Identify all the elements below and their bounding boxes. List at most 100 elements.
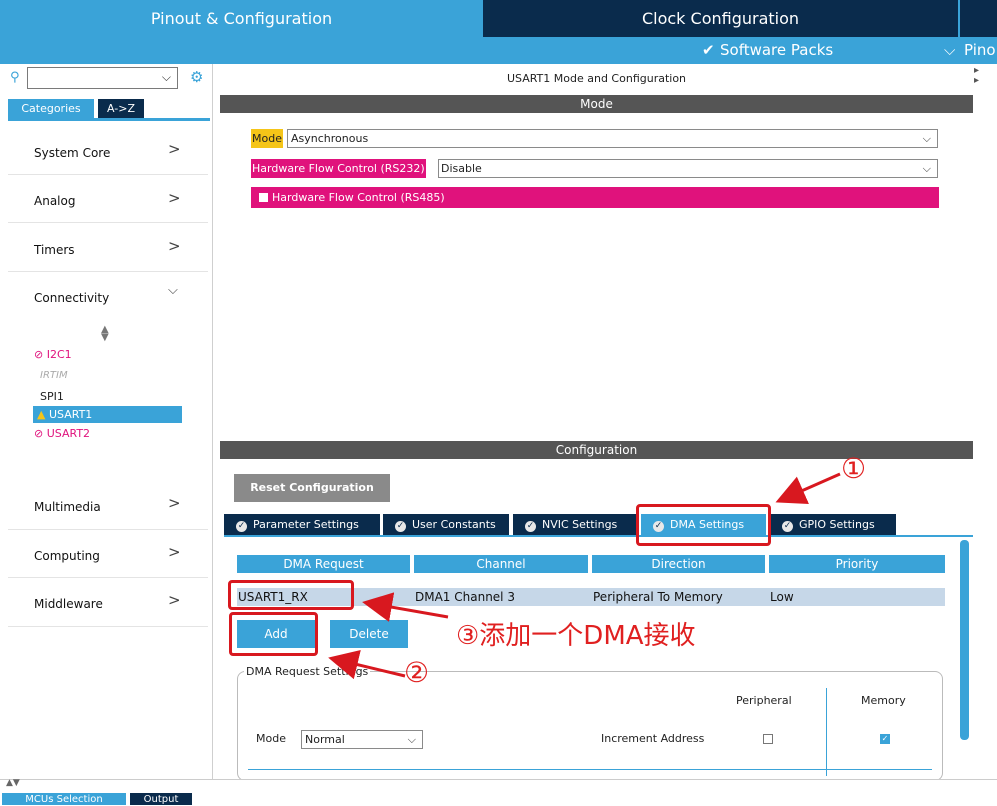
tab-clock-configuration[interactable]: Clock Configuration — [483, 0, 958, 37]
mode-select-value: Asynchronous — [291, 132, 369, 145]
tab-a-z[interactable]: A->Z — [98, 99, 144, 118]
scrollbar-thumb[interactable] — [960, 540, 969, 740]
column-header-direction[interactable]: Direction — [592, 555, 765, 573]
list-item-spi1[interactable]: SPI1 — [40, 390, 64, 403]
hw-flow-rs232-select[interactable]: Disable ⌵ — [438, 159, 938, 178]
list-item-label: USART1 — [48, 408, 93, 421]
disabled-icon: ⊘ — [34, 427, 47, 440]
tab-user-constants[interactable]: ✓ User Constants — [383, 514, 509, 535]
reset-configuration-button[interactable]: Reset Configuration — [234, 474, 390, 502]
software-packs-label[interactable]: Software Packs — [720, 37, 833, 64]
chevron-right-icon[interactable]: > — [168, 237, 181, 255]
memory-increment-checkbox[interactable]: ✓ — [880, 734, 890, 744]
hw-flow-rs485-checkbox-row[interactable]: Hardware Flow Control (RS485) — [251, 187, 939, 208]
dma-request-settings-title: DMA Request Settings — [244, 665, 371, 678]
table-cell-channel: DMA1 Channel 3 — [415, 590, 515, 604]
dma-mode-label: Mode — [256, 732, 286, 745]
top-tab-bar: Pinout & Configuration Clock Configurati… — [0, 0, 997, 37]
check-icon: ✓ — [395, 521, 406, 532]
table-cell-priority: Low — [770, 590, 794, 604]
divider — [8, 577, 208, 578]
dma-mode-value: Normal — [305, 733, 345, 746]
checkbox[interactable] — [259, 193, 268, 202]
panel-title: USART1 Mode and Configuration — [506, 72, 687, 85]
list-item-label: USART2 — [46, 427, 91, 440]
column-header-priority[interactable]: Priority — [769, 555, 945, 573]
divider — [8, 271, 208, 272]
warning-icon: ▲ — [37, 408, 49, 421]
check-icon: ✓ — [782, 521, 793, 532]
tab-label: GPIO Settings — [799, 518, 875, 531]
category-connectivity[interactable]: Connectivity — [34, 291, 109, 305]
tab-gpio-settings[interactable]: ✓ GPIO Settings — [770, 514, 896, 535]
dma-mode-select[interactable]: Normal ⌵ — [301, 730, 423, 749]
category-timers[interactable]: Timers — [34, 243, 75, 257]
sort-icon[interactable]: ▲ ▼ — [101, 325, 109, 343]
chevron-right-icon[interactable]: > — [168, 140, 181, 158]
tab-pinout-configuration[interactable]: Pinout & Configuration — [0, 0, 483, 37]
tab-categories[interactable]: Categories — [8, 99, 94, 118]
annotation-step-2: ② — [404, 656, 430, 689]
tab-parameter-settings[interactable]: ✓ Parameter Settings — [224, 514, 380, 535]
check-icon: ✓ — [236, 521, 247, 532]
annotation-step-3: ③添加一个DMA接收 — [456, 621, 696, 651]
divider — [8, 529, 208, 530]
category-multimedia[interactable]: Multimedia — [34, 500, 101, 514]
dma-request-settings-group — [237, 671, 943, 781]
list-item-usart2[interactable]: ⊘ USART2 — [34, 427, 90, 440]
tab-mcus-selection[interactable]: MCUs Selection — [2, 793, 126, 805]
category-system-core[interactable]: System Core — [34, 146, 110, 160]
divider — [248, 769, 932, 770]
software-packs-menu[interactable]: ✔︎ — [702, 37, 715, 64]
chevron-down-icon[interactable]: ⌵ — [162, 70, 171, 85]
peripheral-increment-checkbox[interactable] — [763, 734, 773, 744]
gear-icon[interactable]: ⚙ — [190, 68, 203, 86]
delete-button[interactable]: Delete — [330, 620, 408, 648]
mode-section-header: Mode — [220, 95, 973, 113]
tab-next[interactable] — [958, 0, 997, 37]
chevron-right-icon[interactable]: > — [168, 591, 181, 609]
category-analog[interactable]: Analog — [34, 194, 75, 208]
tab-label: NVIC Settings — [542, 518, 618, 531]
chevron-right-icon[interactable]: > — [168, 494, 181, 512]
divider — [8, 626, 208, 627]
column-header-dma-request[interactable]: DMA Request — [237, 555, 410, 573]
chevron-down-icon[interactable]: ⌵ — [944, 37, 955, 64]
sub-bar: ✔︎ Software Packs ⌵ Pino — [0, 37, 997, 64]
tab-underline — [224, 535, 973, 537]
peripheral-label: Peripheral — [736, 694, 792, 707]
search-icon: ⚲ — [10, 70, 20, 85]
divider — [826, 688, 827, 776]
chevron-right-icon[interactable]: > — [168, 543, 181, 561]
expand-icon[interactable]: ▲▼ — [6, 779, 20, 788]
search-input[interactable]: ⌵ — [27, 67, 178, 89]
divider — [8, 174, 208, 175]
category-middleware[interactable]: Middleware — [34, 597, 103, 611]
list-item-irtim[interactable]: IRTIM — [40, 370, 68, 381]
disabled-icon: ⊘ — [34, 348, 47, 361]
annotation-box-dma-tab — [636, 504, 771, 546]
chevron-down-icon[interactable]: ⌵ — [168, 283, 178, 298]
hw-flow-rs232-label: Hardware Flow Control (RS232) — [251, 159, 426, 178]
hw-flow-rs485-label: Hardware Flow Control (RS485) — [272, 191, 445, 204]
tab-label: User Constants — [412, 518, 496, 531]
annotation-box-add-button — [229, 612, 318, 656]
pinout-menu-label[interactable]: Pino — [964, 37, 996, 64]
chevron-down-icon: ✔︎ — [702, 41, 715, 59]
tab-output[interactable]: Output — [130, 793, 192, 805]
tab-nvic-settings[interactable]: ✓ NVIC Settings — [513, 514, 637, 535]
chevron-right-icon[interactable]: > — [168, 189, 181, 207]
tab-label: Parameter Settings — [253, 518, 359, 531]
column-header-channel[interactable]: Channel — [414, 555, 588, 573]
hw-flow-value: Disable — [441, 162, 482, 175]
annotation-box-usart1-rx — [228, 580, 354, 610]
chevron-down-icon: ⌵ — [922, 132, 931, 145]
table-cell-direction: Peripheral To Memory — [593, 590, 723, 604]
divider — [8, 222, 208, 223]
mode-select[interactable]: Asynchronous ⌵ — [287, 129, 938, 148]
increment-address-label: Increment Address — [601, 732, 705, 745]
collapse-icon[interactable]: ▸ ▸ — [974, 66, 979, 86]
category-computing[interactable]: Computing — [34, 549, 100, 563]
list-item-usart1[interactable]: ▲ USART1 — [37, 408, 92, 421]
list-item-i2c1[interactable]: ⊘ I2C1 — [34, 348, 72, 361]
